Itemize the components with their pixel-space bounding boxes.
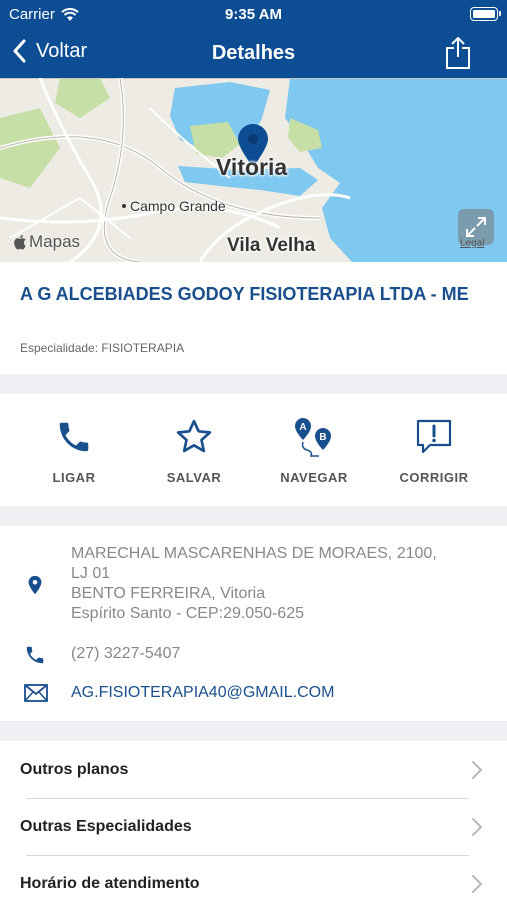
star-icon (176, 419, 212, 453)
status-bar: Carrier 9:35 AM (0, 0, 507, 30)
map-view[interactable]: Vitoria Campo Grande Vila Velha Mapas Le… (0, 78, 507, 262)
opening-hours-row[interactable]: Horário de atendimento (0, 855, 507, 900)
action-bar: LIGAR SALVAR A B NAVEGAR CORRIGIR (0, 394, 507, 506)
navigation-bar: Voltar Detalhes (0, 30, 507, 78)
other-plans-label: Outros planos (20, 761, 129, 778)
share-icon (446, 37, 470, 69)
map-pin-icon (28, 575, 42, 595)
navigate-label: NAVEGAR (280, 470, 348, 485)
report-label: CORRIGIR (399, 470, 469, 485)
chevron-right-icon (472, 818, 483, 836)
opening-hours-label: Horário de atendimento (20, 875, 200, 892)
map-neighborhood-label: Campo Grande (122, 198, 226, 214)
chevron-right-icon (472, 761, 483, 779)
call-button[interactable]: LIGAR (14, 416, 134, 485)
contact-section: MARECHAL MASCARENHAS DE MORAES, 2100, LJ… (0, 526, 507, 721)
navigate-button[interactable]: A B NAVEGAR (254, 416, 374, 485)
clock: 9:35 AM (225, 6, 282, 23)
email-link[interactable]: AG.FISIOTERAPIA40@GMAIL.COM (71, 683, 334, 703)
page-title: Detalhes (211, 42, 296, 64)
other-specialties-row[interactable]: Outras Especialidades (0, 798, 507, 855)
map-city-label: Vitoria (216, 154, 288, 180)
report-icon (416, 419, 452, 454)
address-line-2: LJ 01 (71, 565, 111, 582)
phone-icon (26, 646, 44, 664)
address-line-1: MARECHAL MASCARENHAS DE MORAES, 2100, (71, 545, 437, 562)
mail-icon (24, 684, 48, 702)
route-icon: A B (295, 418, 331, 457)
phone-number: (27) 3227-5407 (71, 645, 181, 662)
other-plans-row[interactable]: Outros planos (0, 741, 507, 798)
maps-brand: Mapas (13, 232, 80, 252)
map-legal-link[interactable]: Legal (460, 238, 484, 249)
report-correction-button[interactable]: CORRIGIR (374, 416, 494, 485)
call-label: LIGAR (52, 470, 96, 485)
save-button[interactable]: SALVAR (134, 416, 254, 485)
address-line-4: Espírito Santo - CEP:29.050-625 (71, 605, 305, 622)
battery-icon (470, 7, 501, 21)
apple-logo-icon (14, 234, 26, 250)
provider-specialty: Especialidade: FISIOTERAPIA (20, 341, 185, 355)
provider-info-card: A G ALCEBIADES GODOY FISIOTERAPIA LTDA -… (0, 262, 507, 374)
provider-name: A G ALCEBIADES GODOY FISIOTERAPIA LTDA -… (20, 284, 469, 304)
address-line-3: BENTO FERREIRA, Vitoria (71, 585, 266, 602)
map-city-label-secondary: Vila Velha (227, 235, 316, 256)
share-button[interactable] (445, 36, 471, 75)
map-point-icon (122, 204, 126, 208)
save-label: SALVAR (166, 470, 222, 485)
more-info-list: Outros planos Outras Especialidades Horá… (0, 741, 507, 900)
maps-brand-text: Mapas (29, 232, 81, 251)
other-specialties-label: Outras Especialidades (20, 818, 192, 835)
chevron-right-icon (472, 875, 483, 893)
svg-text:B: B (319, 432, 326, 443)
phone-icon (59, 422, 89, 452)
svg-text:A: A (299, 422, 306, 433)
map-neighborhood-text: Campo Grande (130, 198, 226, 214)
